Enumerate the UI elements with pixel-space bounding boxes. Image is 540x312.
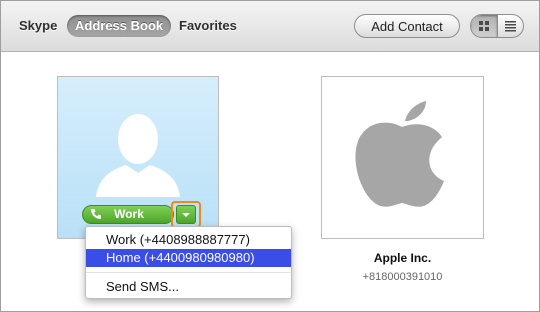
grid-view-button[interactable] [471,15,498,37]
contact-name: Apple Inc. [373,251,432,265]
contact-card-avatar-apple[interactable] [321,76,484,239]
address-book-window: Skype Address Book Favorites Add Contact [0,0,540,312]
call-options-dropdown[interactable] [176,205,196,224]
menu-item-send-sms[interactable]: Send SMS... [86,278,291,296]
call-work-button[interactable]: Work [82,205,174,224]
view-mode-toggle [470,14,524,38]
grid-view-icon [479,21,489,31]
chevron-down-icon [182,213,190,217]
add-contact-button[interactable]: Add Contact [354,14,460,38]
toolbar: Skype Address Book Favorites Add Contact [1,1,539,52]
call-button-label: Work [114,207,144,221]
list-view-icon [505,21,516,32]
tab-skype[interactable]: Skype [19,15,57,37]
tab-favorites[interactable]: Favorites [179,15,237,37]
tab-address-book[interactable]: Address Book [67,15,172,37]
contacts-grid: Work Work (+4408988887777) Home (+440098… [1,52,539,311]
call-options-menu: Work (+4408988887777) Home (+44009809809… [85,226,292,299]
contact-phone: +818000391010 [362,271,443,283]
menu-item-home[interactable]: Home (+4400980980980) [86,249,291,267]
menu-item-work[interactable]: Work (+4408988887777) [86,231,291,249]
list-view-button[interactable] [498,15,523,37]
apple-logo-icon [355,101,444,207]
menu-separator [86,272,291,273]
